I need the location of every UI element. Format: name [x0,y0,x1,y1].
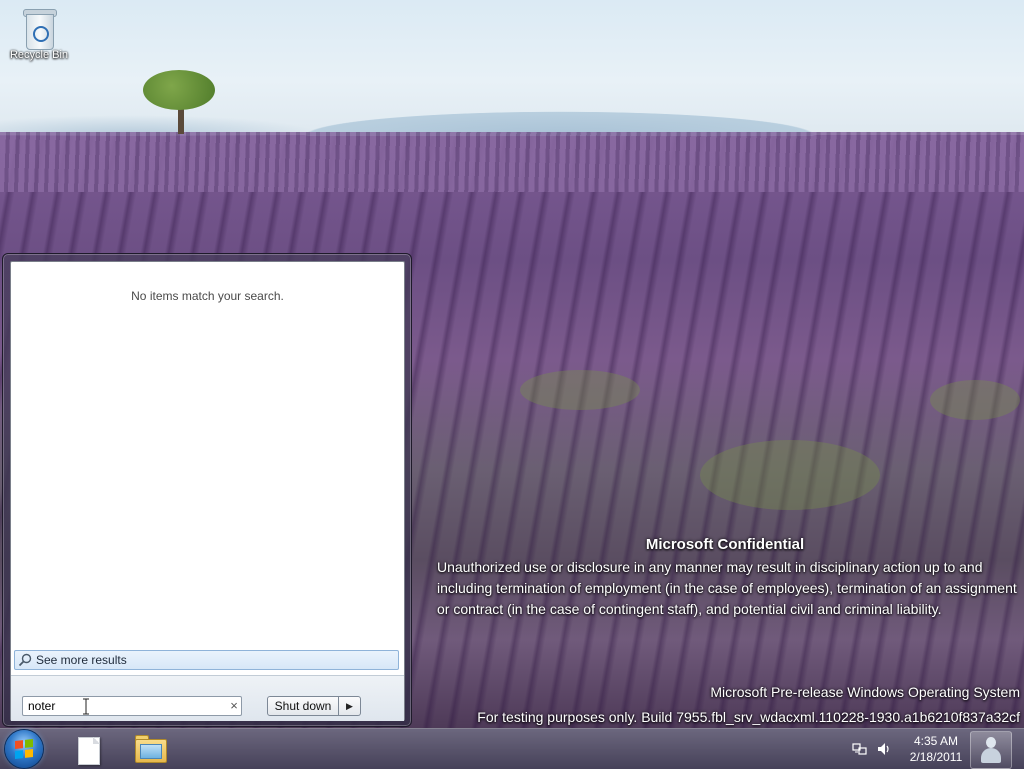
watermark-body: Unauthorized use or disclosure in any ma… [437,559,1017,617]
start-search-input[interactable] [22,696,242,716]
wallpaper-foliage [700,440,880,510]
taskbar-item-document[interactable] [68,731,108,767]
windows-logo-icon [15,739,33,759]
user-icon [980,736,1002,764]
start-menu-bottom-bar: × Shut down ▶ [11,675,404,721]
taskbar-item-explorer[interactable] [130,731,170,767]
wallpaper-field [0,132,1024,192]
watermark-os-line: Microsoft Pre-release Windows Operating … [710,684,1020,700]
start-button[interactable] [5,730,43,768]
clock-time: 4:35 AM [913,734,959,748]
search-icon [17,653,33,667]
start-menu: No items match your search. See more res… [2,253,412,727]
recycle-bin-shortcut[interactable]: Recycle Bin [4,6,74,61]
wallpaper-foliage [930,380,1020,420]
taskbar: 4:35 AM 2/18/2011 [0,728,1024,769]
shutdown-options-arrow[interactable]: ▶ [339,696,361,716]
wallpaper-foliage [520,370,640,410]
speaker-icon[interactable] [876,741,892,757]
clock-date: 2/18/2011 [909,750,963,764]
clear-search-icon[interactable]: × [228,699,240,713]
recycle-bin-icon [23,6,57,50]
wallpaper-tree [143,70,215,110]
shutdown-button[interactable]: Shut down [267,696,339,716]
watermark-build-line: For testing purposes only. Build 7955.fb… [477,709,1020,725]
network-icon[interactable] [852,741,868,757]
text-cursor-icon [83,698,89,715]
no-results-message: No items match your search. [131,289,284,303]
user-account-button[interactable] [970,731,1012,769]
watermark-title: Microsoft Confidential [645,536,805,553]
see-more-results-label: See more results [36,653,127,667]
search-results-pane: No items match your search. See more res… [10,261,405,721]
document-icon [78,737,100,765]
recycle-bin-label: Recycle Bin [9,49,69,61]
see-more-results-button[interactable]: See more results [14,650,399,670]
shutdown-control: Shut down ▶ [267,696,361,716]
clock[interactable]: 4:35 AM 2/18/2011 [906,733,966,765]
